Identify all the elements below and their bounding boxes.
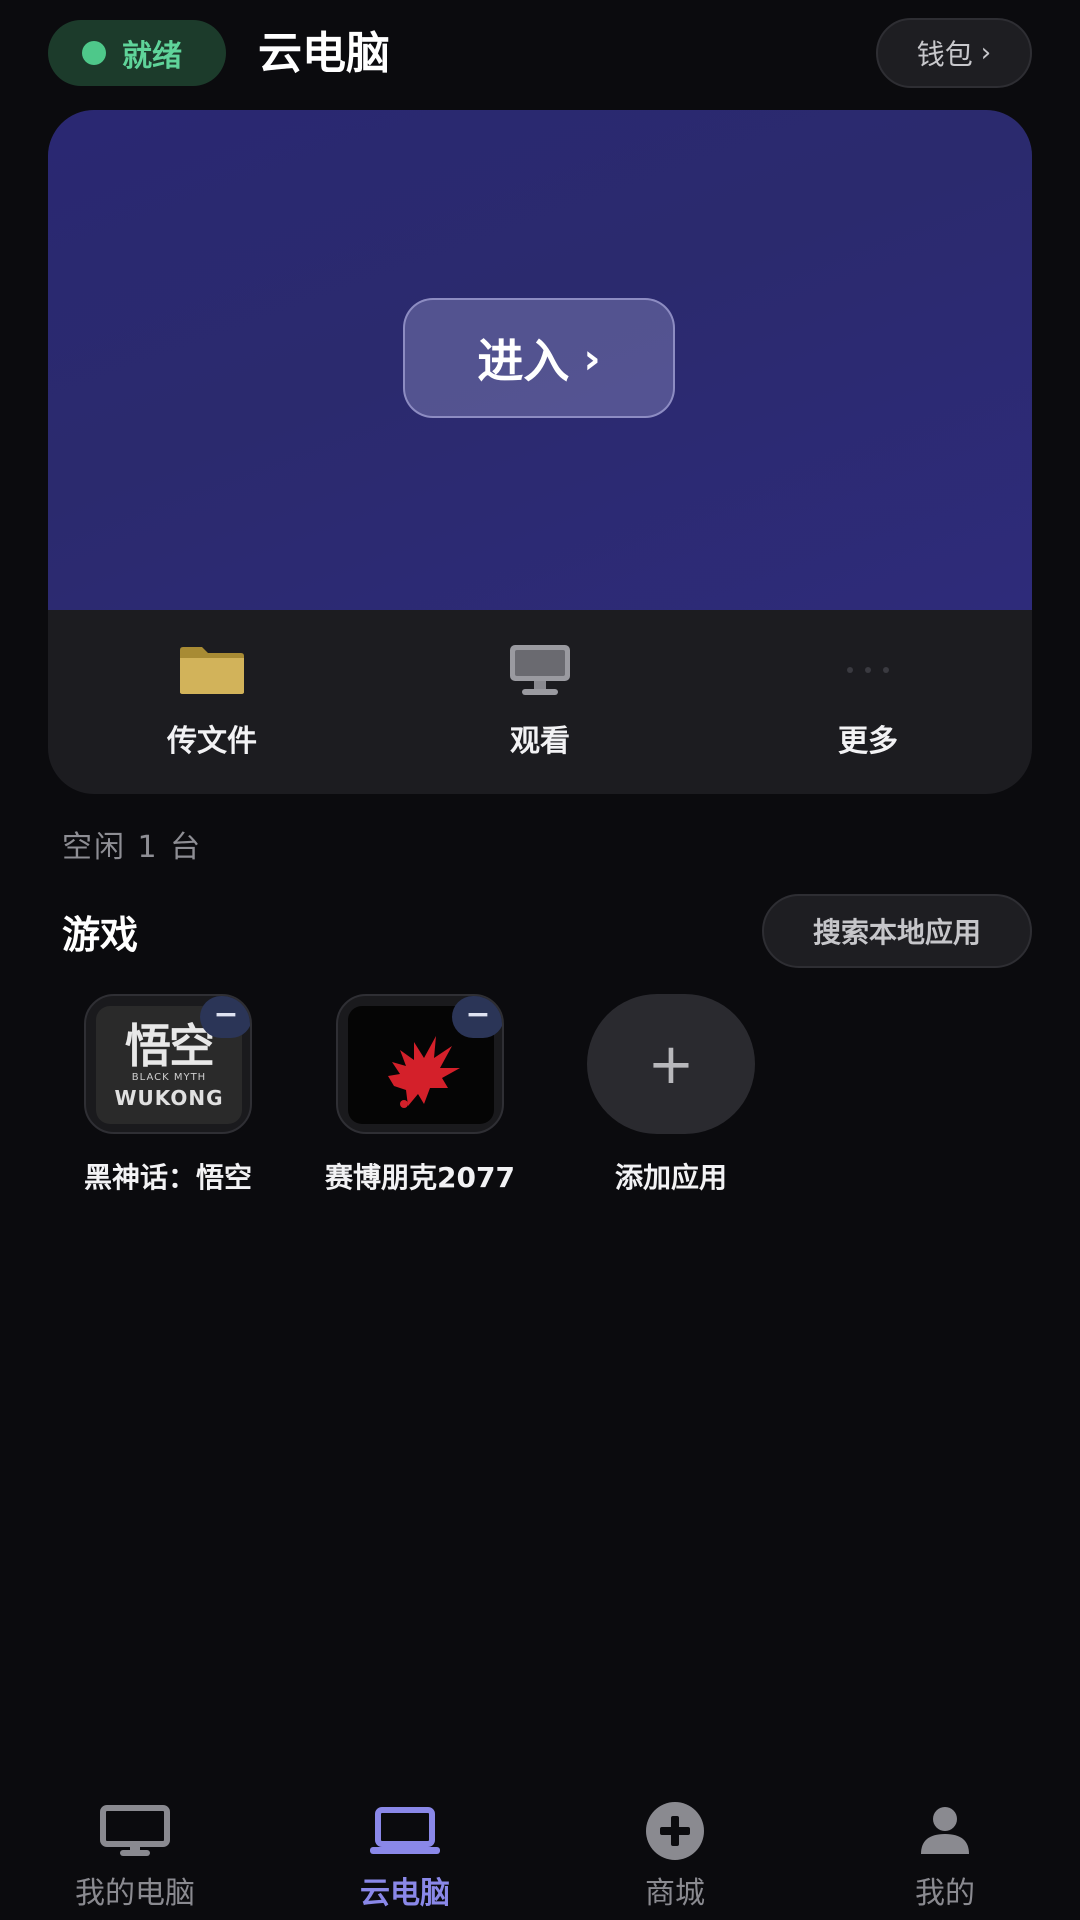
nav-item-me[interactable]: 我的 [810,1790,1080,1920]
nav-label: 商城 [645,1876,705,1911]
enter-label: 进入 [477,334,570,388]
more-dots-icon [844,642,892,698]
nav-label: 我的 [915,1876,975,1911]
transfer-files-button[interactable]: 传文件 [48,610,376,794]
status-badge: 就绪 [48,20,226,86]
page-title: 云电脑 [258,28,390,79]
monitor-icon [508,642,572,698]
status-label: 就绪 [122,39,182,74]
person-icon [918,1802,972,1860]
wallet-label: 钱包 [916,38,973,71]
add-app-item[interactable]: + 添加应用 [546,994,796,1196]
nav-label: 我的电脑 [75,1876,195,1911]
watch-label: 观看 [510,724,570,759]
watch-button[interactable]: 观看 [376,610,704,794]
app-label: 黑神话：悟空 [83,1161,252,1194]
card-actions: 传文件 观看 更多 [48,610,1032,794]
transfer-files-label: 传文件 [167,724,257,759]
cloud-pc-card: 进入 › 传文件 观看 更多 [48,110,1032,794]
games-section-title: 游戏 [62,913,139,957]
nav-item-store[interactable]: 商城 [540,1790,810,1920]
nav-item-cloud-pc[interactable]: 云电脑 [270,1790,540,1920]
app-item-wukong[interactable]: 悟空 BLACK MYTH WUKONG − 黑神话：悟空 [43,994,293,1196]
app-item-cyberpunk[interactable]: − 赛博朋克2077 [295,994,545,1196]
nav-item-my-pc[interactable]: 我的电脑 [0,1790,270,1920]
cyberpunk-app-icon[interactable]: − [336,994,504,1134]
wallet-button[interactable]: 钱包 › [876,18,1032,88]
laptop-icon [368,1802,442,1860]
bottom-nav: 我的电脑 云电脑 商城 我的 [0,1790,1080,1920]
store-plus-icon [645,1802,705,1860]
chevron-right-icon: › [980,38,992,68]
search-local-apps-button[interactable]: 搜索本地应用 [762,894,1032,968]
wukong-logo-sub: BLACK MYTH [131,1072,207,1083]
remove-app-button[interactable]: − [200,996,250,1038]
app-label: 赛博朋克2077 [325,1161,515,1194]
enter-button[interactable]: 进入 › [403,298,675,418]
more-button[interactable]: 更多 [704,610,1032,794]
status-dot-icon [82,41,106,65]
chevron-right-icon: › [583,333,601,383]
cloud-pc-preview: 进入 › [48,110,1032,610]
folder-icon [178,642,246,698]
add-app-button[interactable]: + [587,994,755,1134]
wukong-app-icon[interactable]: 悟空 BLACK MYTH WUKONG − [84,994,252,1134]
remove-app-button[interactable]: − [452,996,502,1038]
nav-label: 云电脑 [360,1876,450,1911]
wukong-logo-bottom: WUKONG [114,1086,224,1110]
idle-count-text: 空闲 1 台 [62,830,203,865]
plus-icon: + [647,1031,695,1097]
add-app-label: 添加应用 [614,1161,727,1194]
desktop-icon [100,1802,170,1860]
more-label: 更多 [838,724,898,759]
page: 就绪 云电脑 钱包 › 进入 › 传文件 观看 更多 空闲 1 台 游戏 搜索本… [0,0,1080,1920]
